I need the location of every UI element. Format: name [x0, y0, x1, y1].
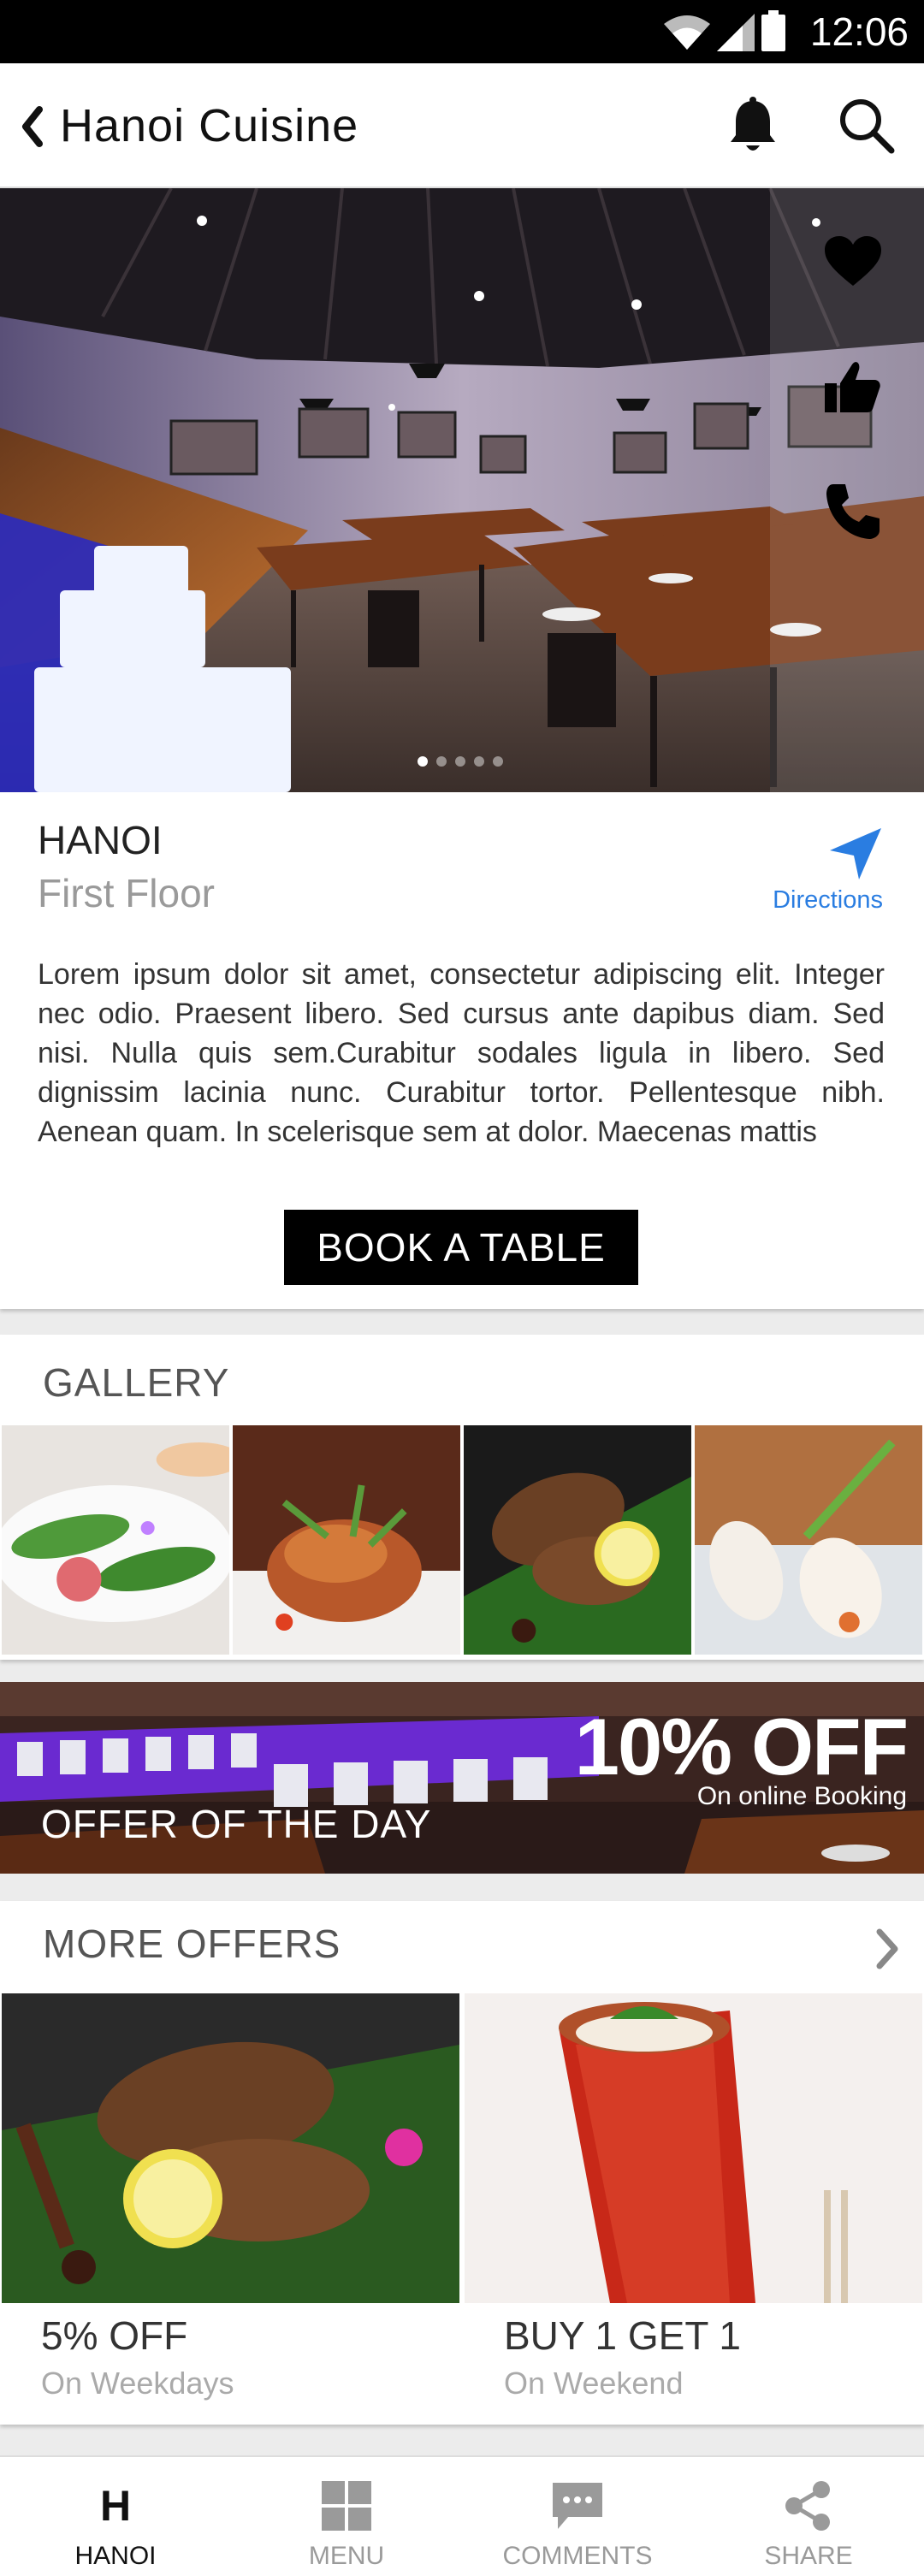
carousel-dot[interactable] [436, 756, 447, 767]
offer-subtitle: On Weekdays [41, 2366, 234, 2401]
carousel-dots[interactable] [418, 756, 503, 767]
gallery-image-grilled-fish[interactable] [464, 1425, 691, 1655]
grid-icon [322, 2481, 371, 2531]
nav-item-hanoi[interactable]: H HANOI [0, 2457, 231, 2576]
directions-button[interactable]: Directions [756, 825, 893, 919]
page-title: Hanoi Cuisine [60, 100, 359, 151]
more-offers-title: MORE OFFERS [43, 1922, 341, 1966]
gallery-image-spring-rolls[interactable] [2, 1425, 229, 1655]
restaurant-floor: First Floor [38, 871, 215, 915]
offer-image-grilled-fish [2, 1993, 459, 2303]
nav-label-share: SHARE [764, 2542, 853, 2570]
h-letter-icon: H [99, 2482, 132, 2530]
status-icons [664, 10, 785, 51]
nav-label-menu: MENU [308, 2542, 385, 2570]
offer-subtitle: On online Booking [696, 1782, 907, 1810]
offer-of-day-banner[interactable]: 10% OFF On online Booking OFFER OF THE D… [0, 1682, 924, 1874]
status-time: 12:06 [809, 9, 909, 54]
more-offers-section: MORE OFFERS 5% OFF On Weekdays BUY 1 GET… [0, 1901, 924, 2425]
comment-icon [553, 2483, 602, 2529]
search-icon[interactable] [837, 96, 897, 156]
carousel-dot-active[interactable] [418, 756, 428, 767]
offer-image-bamboo-rice [465, 1993, 922, 2303]
offer-subtitle: On Weekend [504, 2366, 684, 2401]
offer-title: 5% OFF [41, 2313, 188, 2358]
hero-carousel[interactable] [0, 188, 924, 792]
gallery-image-salad[interactable] [233, 1425, 460, 1655]
gallery-section: GALLERY [0, 1335, 924, 1660]
carousel-dot[interactable] [455, 756, 465, 767]
navigation-arrow-icon [830, 828, 881, 879]
bell-icon[interactable] [727, 96, 779, 157]
book-table-button[interactable]: BOOK A TABLE [284, 1210, 638, 1285]
signal-icon [717, 14, 755, 51]
nav-item-menu[interactable]: MENU [231, 2457, 462, 2576]
gallery-title: GALLERY [43, 1360, 230, 1405]
offer-card[interactable]: 5% OFF On Weekdays [2, 1993, 459, 2425]
app-bar: Hanoi Cuisine [0, 63, 924, 188]
nav-item-share[interactable]: SHARE [693, 2457, 924, 2576]
offer-percent: 10% OFF [574, 1702, 909, 1791]
heart-icon[interactable] [821, 231, 885, 294]
restaurant-info-card: HANOI First Floor Directions Lorem ipsum… [0, 792, 924, 1309]
offer-card[interactable]: BUY 1 GET 1 On Weekend [465, 1993, 922, 2425]
offer-title: BUY 1 GET 1 [504, 2313, 741, 2358]
gallery-strip[interactable] [2, 1425, 922, 1655]
wifi-icon [664, 15, 710, 50]
gallery-image-fresh-rolls[interactable] [695, 1425, 922, 1655]
carousel-dot[interactable] [474, 756, 484, 767]
restaurant-name: HANOI [38, 818, 163, 862]
bottom-navigation: H HANOI MENU COMMENTS SHARE [0, 2455, 924, 2576]
restaurant-description: Lorem ipsum dolor sit amet, consectetur … [38, 958, 885, 1148]
offers-grid: 5% OFF On Weekdays BUY 1 GET 1 On Weeken… [2, 1993, 922, 2425]
chevron-right-icon[interactable] [871, 1925, 905, 1973]
carousel-dot[interactable] [493, 756, 503, 767]
nav-label-comments: COMMENTS [502, 2542, 653, 2570]
restaurant-interior-photo [0, 188, 924, 792]
phone-icon[interactable] [821, 479, 885, 542]
nav-item-comments[interactable]: COMMENTS [462, 2457, 693, 2576]
thumbs-up-icon[interactable] [821, 356, 885, 419]
share-icon [785, 2481, 830, 2531]
offer-label: OFFER OF THE DAY [41, 1802, 432, 1846]
directions-label: Directions [773, 886, 883, 914]
back-chevron-icon[interactable] [14, 103, 48, 151]
status-bar: 12:06 [0, 0, 924, 63]
nav-label-hanoi: HANOI [74, 2542, 157, 2570]
battery-icon [761, 10, 785, 51]
